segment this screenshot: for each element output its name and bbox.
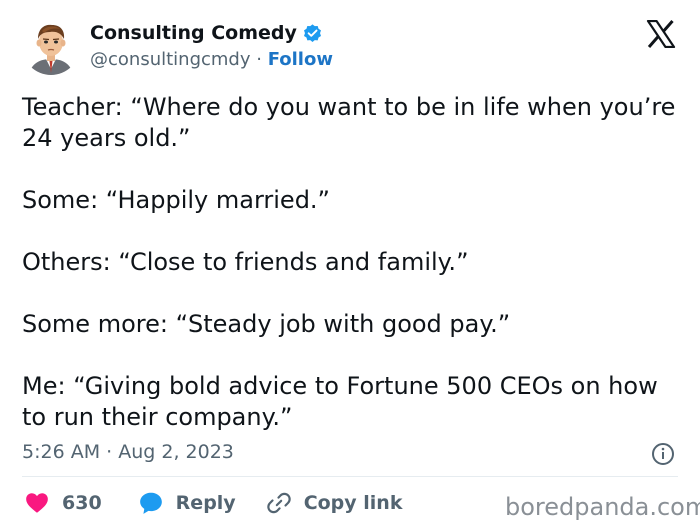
like-button[interactable]: 630 xyxy=(24,490,102,516)
avatar[interactable] xyxy=(22,17,80,75)
tweet-paragraph: Me: “Giving bold advice to Fortune 500 C… xyxy=(22,372,658,431)
like-count: 630 xyxy=(62,492,102,514)
copy-link-button[interactable]: Copy link xyxy=(266,490,403,516)
divider xyxy=(22,476,678,477)
reply-button[interactable]: Reply xyxy=(138,490,236,516)
link-icon xyxy=(266,492,291,514)
tweet-paragraph: Some: “Happily married.” xyxy=(22,186,330,214)
reply-label: Reply xyxy=(175,492,236,514)
watermark: boredpanda.com xyxy=(505,493,700,521)
avatar-cartoon-man-image xyxy=(28,24,74,75)
info-icon[interactable] xyxy=(651,442,675,466)
author-handle-row: @consultingcmdy · Follow xyxy=(90,49,333,70)
tweet-paragraph: Others: “Close to friends and family.” xyxy=(22,248,469,276)
heart-icon xyxy=(26,493,48,513)
tweet-text: Teacher: “Where do you want to be in lif… xyxy=(22,92,682,433)
tweet-timestamp[interactable]: 5:26 AM · Aug 2, 2023 xyxy=(22,441,234,463)
tweet-paragraph: Some more: “Steady job with good pay.” xyxy=(22,310,511,338)
author-name-row: Consulting Comedy xyxy=(90,22,323,44)
speech-bubble-icon xyxy=(139,492,162,514)
handle-separator: · xyxy=(256,49,268,70)
copy-link-label: Copy link xyxy=(303,492,403,514)
tweet-paragraph: Teacher: “Where do you want to be in lif… xyxy=(22,93,676,152)
author-handle[interactable]: @consultingcmdy xyxy=(90,49,251,70)
tweet-actions: 630 Reply Copy link xyxy=(24,490,402,516)
x-logo-icon[interactable] xyxy=(646,20,676,48)
verified-badge-icon xyxy=(303,23,321,42)
follow-button[interactable]: Follow xyxy=(268,49,333,70)
author-display-name[interactable]: Consulting Comedy xyxy=(90,22,297,44)
